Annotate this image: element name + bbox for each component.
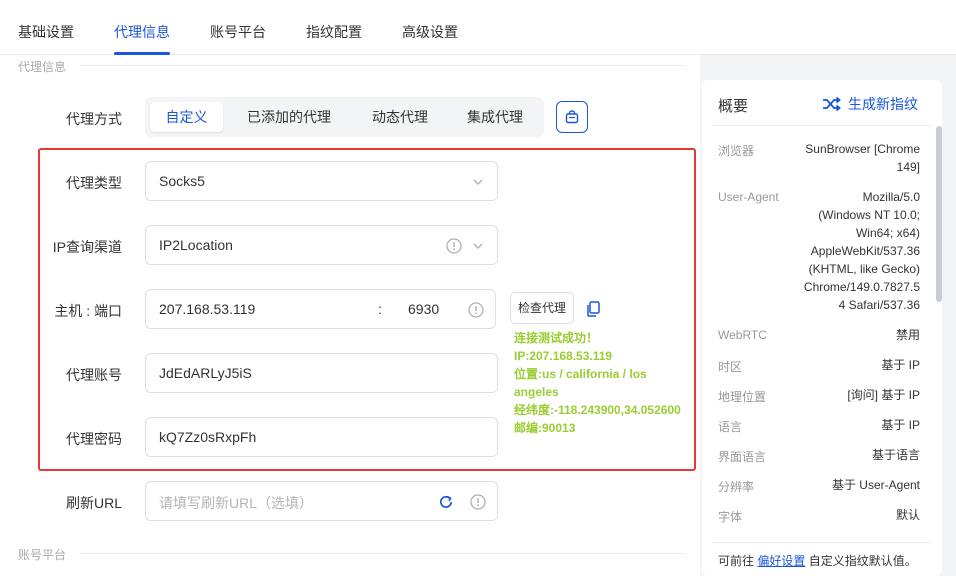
info-icon[interactable]: [470, 494, 486, 510]
summary-scrollbar[interactable]: [936, 126, 942, 302]
summary-value-language: 基于 IP: [881, 416, 920, 434]
summary-key-browser: 浏览器: [718, 144, 755, 158]
summary-value-ui-language: 基于语言: [872, 446, 920, 464]
summary-panel: 概要 生成新指纹 浏览器 SunBrowser [Chrome 149] Use…: [702, 80, 942, 576]
section-divider: [80, 65, 686, 66]
proxy-password-input[interactable]: kQ7Zz0sRxpFh: [145, 417, 498, 457]
summary-value-line: (Windows NT 10.0;: [818, 208, 920, 222]
summary-value-timezone: 基于 IP: [881, 356, 920, 374]
result-ip: IP:207.168.53.119: [514, 349, 613, 363]
summary-value-line: Mozilla/5.0: [862, 190, 920, 204]
section-title-proxy-info: 代理信息: [18, 60, 67, 74]
proxy-method-integrated[interactable]: 集成代理: [451, 102, 539, 132]
result-zipcode: 邮编:90013: [514, 421, 576, 435]
summary-key-font: 字体: [718, 510, 743, 524]
result-status: 连接测试成功！: [514, 331, 599, 345]
summary-key-ui-language: 界面语言: [718, 450, 767, 464]
proxy-test-result: 连接测试成功！ IP:207.168.53.119 位置:us / califo…: [514, 329, 692, 437]
ip-channel-label: IP查询渠道: [52, 239, 122, 255]
summary-key-webrtc: WebRTC: [718, 328, 767, 342]
refresh-url-label: 刷新URL: [65, 495, 122, 511]
bag-icon: [565, 110, 579, 124]
proxy-account-input[interactable]: JdEdARLyJ5iS: [145, 353, 498, 393]
summary-key-user-agent: User-Agent: [718, 190, 779, 204]
summary-value-line: 基于 User-Agent: [831, 478, 920, 492]
result-location: 位置:us / california / los: [514, 367, 647, 381]
section-title-account-platform: 账号平台: [18, 548, 67, 562]
top-tab-bar: 基础设置 代理信息 账号平台 指纹配置 高级设置: [0, 0, 956, 55]
tab-advanced-settings[interactable]: 高级设置: [402, 22, 458, 42]
summary-value-line: Win64; x64): [855, 226, 920, 240]
proxy-type-select[interactable]: Socks5: [145, 161, 498, 201]
generate-fingerprint-label: 生成新指纹: [848, 96, 918, 112]
summary-value-line: 默认: [895, 508, 920, 522]
copy-icon[interactable]: [586, 301, 600, 317]
section-divider: [80, 553, 686, 554]
host-value: 207.168.53.119: [159, 301, 256, 317]
preferences-link[interactable]: 偏好设置: [757, 554, 805, 568]
refresh-url-input[interactable]: 请填写刷新URL（选填）: [145, 481, 498, 521]
refresh-url-placeholder: 请填写刷新URL（选填）: [159, 495, 314, 511]
proxy-method-dynamic[interactable]: 动态代理: [355, 102, 445, 132]
proxy-form-panel: 代理信息 代理方式 自定义 已添加的代理 动态代理 集成代理 代理类型 Sock…: [0, 55, 700, 576]
summary-divider: [712, 125, 932, 126]
proxy-password-label: 代理密码: [66, 431, 122, 447]
tab-proxy-info[interactable]: 代理信息: [114, 22, 170, 42]
proxy-type-label: 代理类型: [66, 175, 122, 191]
tab-fingerprint-config[interactable]: 指纹配置: [306, 22, 362, 42]
proxy-method-label: 代理方式: [66, 111, 122, 127]
summary-value-font: 默认: [896, 506, 920, 524]
summary-value-line: 禁用: [895, 328, 920, 342]
host-port-label: 主机 : 端口: [54, 303, 122, 319]
summary-value-browser: SunBrowser [Chrome 149]: [805, 140, 920, 176]
summary-value-line: AppleWebKit/537.36: [810, 244, 920, 258]
host-port-separator: :: [378, 301, 382, 317]
summary-value-line: 基于 IP: [881, 418, 920, 432]
summary-value-line: 基于语言: [871, 448, 920, 462]
ip-channel-value: IP2Location: [159, 237, 233, 253]
proxy-password-value: kQ7Zz0sRxpFh: [159, 429, 257, 445]
summary-title: 概要: [718, 98, 749, 115]
summary-value-geolocation: [询问] 基于 IP: [847, 386, 920, 404]
proxy-store-button[interactable]: [556, 101, 588, 133]
chevron-down-icon: [473, 243, 483, 249]
footer-suffix: 自定义指纹默认值。: [808, 554, 917, 568]
check-proxy-button[interactable]: 检查代理: [510, 292, 574, 324]
proxy-method-added[interactable]: 已添加的代理: [233, 102, 345, 132]
summary-value-resolution: 基于 User-Agent: [832, 476, 920, 494]
proxy-type-value: Socks5: [159, 173, 205, 189]
summary-divider: [712, 542, 932, 543]
summary-value-line: 149]: [896, 160, 920, 174]
summary-value-line: Chrome/149.0.7827.5: [803, 280, 920, 294]
refresh-icon[interactable]: [438, 494, 454, 510]
result-coordinates: 经纬度:-118.243900,34.052600: [514, 403, 681, 417]
summary-key-geolocation: 地理位置: [718, 390, 767, 404]
summary-value-line: 4 Safari/537.36: [838, 298, 920, 312]
info-icon[interactable]: [446, 238, 462, 254]
summary-value-line: (KHTML, like Gecko): [808, 262, 920, 276]
ip-channel-select[interactable]: IP2Location: [145, 225, 498, 265]
shuffle-icon: [823, 96, 841, 112]
proxy-method-custom[interactable]: 自定义: [150, 102, 223, 132]
summary-value-webrtc: 禁用: [896, 326, 920, 344]
chevron-down-icon: [473, 179, 483, 185]
result-location-cont: angeles: [514, 385, 559, 399]
tab-basic-settings[interactable]: 基础设置: [18, 22, 74, 42]
summary-key-language: 语言: [718, 420, 743, 434]
summary-value-user-agent: Mozilla/5.0 (Windows NT 10.0; Win64; x64…: [804, 188, 920, 314]
proxy-account-label: 代理账号: [66, 367, 122, 383]
summary-key-timezone: 时区: [718, 360, 743, 374]
tab-account-platform[interactable]: 账号平台: [210, 22, 266, 42]
port-value: 6930: [408, 301, 440, 317]
footer-prefix: 可前往: [718, 554, 755, 568]
summary-value-line: 基于 IP: [881, 358, 920, 372]
host-port-input[interactable]: 207.168.53.119 : 6930: [145, 289, 496, 329]
summary-key-resolution: 分辨率: [718, 480, 755, 494]
info-icon[interactable]: [468, 302, 484, 318]
proxy-account-value: JdEdARLyJ5iS: [159, 365, 252, 381]
proxy-method-segmented: 自定义 已添加的代理 动态代理 集成代理: [145, 97, 544, 137]
summary-value-line: SunBrowser [Chrome: [805, 142, 920, 156]
summary-footer-note: 可前往 偏好设置 自定义指纹默认值。: [718, 552, 917, 569]
summary-value-line: [询问] 基于 IP: [847, 388, 920, 402]
